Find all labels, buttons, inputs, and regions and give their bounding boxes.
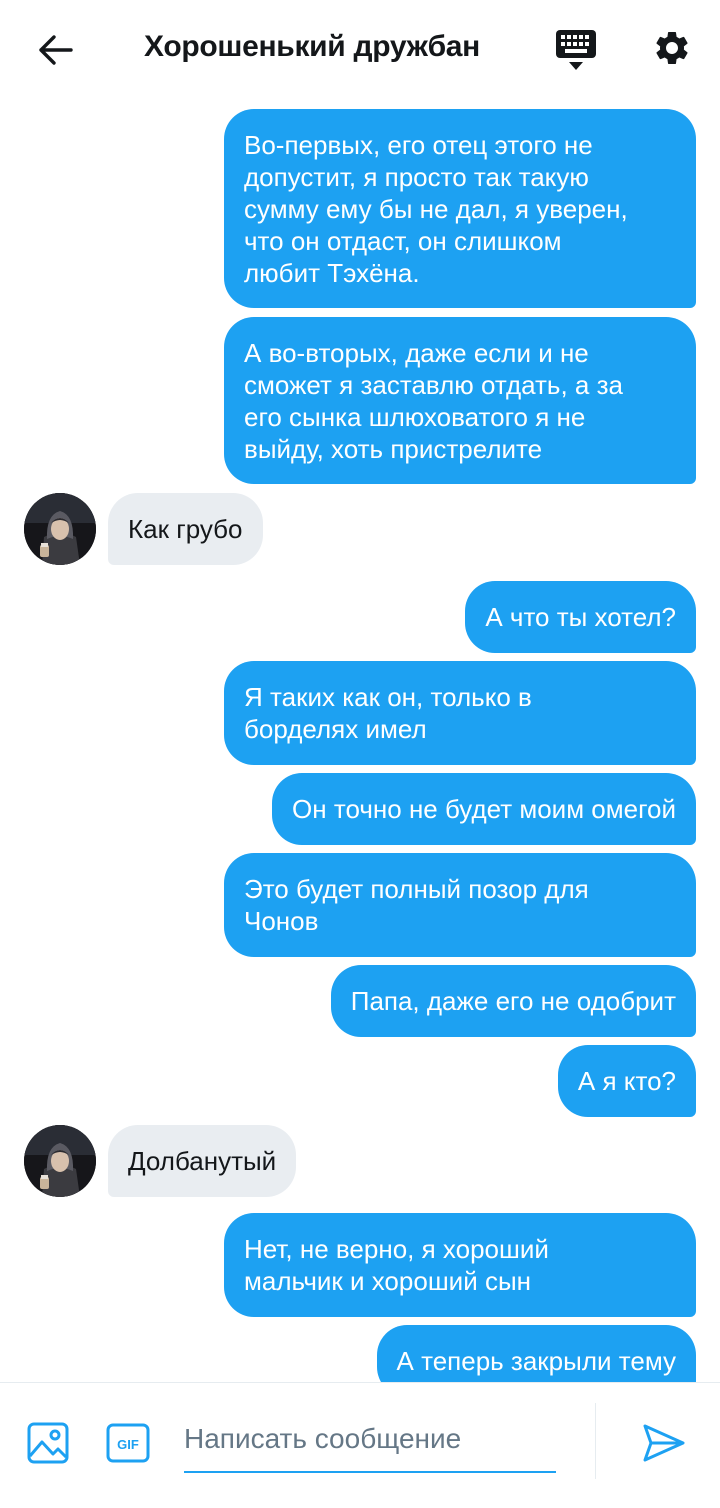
message-bubble-outgoing[interactable]: Нет, не верно, я хороший мальчик и хорош… [224,1213,696,1317]
add-photo-button[interactable] [24,1419,72,1467]
message-bubble-outgoing[interactable]: Он точно не будет моим омегой [272,773,696,845]
message-bubble-incoming[interactable]: Как грубо [108,493,263,565]
message-bubble-outgoing[interactable]: А во-вторых, даже если и не сможет я зас… [224,317,696,484]
message-bubble-incoming[interactable]: Долбанутый [108,1125,297,1197]
message-bubble-outgoing[interactable]: Папа, даже его не одобрит [330,965,696,1037]
settings-button[interactable] [644,20,700,76]
back-button[interactable] [28,24,84,76]
dm-screen: Хорошенький дружбан Во-первых, его отец … [0,0,720,1508]
avatar[interactable] [24,493,96,565]
gif-icon: GIF [106,1423,150,1463]
message-input[interactable] [184,1411,556,1467]
message-list[interactable]: Во-первых, его отец этого не допустит, я… [0,100,720,1382]
message-bubble-outgoing[interactable]: Я таких как он, только в борделях имел [224,661,696,765]
avatar[interactable] [24,1125,96,1197]
composer-divider [595,1403,596,1479]
keyboard-icon [556,30,596,70]
message-bubble-outgoing[interactable]: А я кто? [557,1045,696,1117]
send-button[interactable] [636,1417,692,1469]
message-composer: GIF [0,1382,720,1508]
avatar-image [24,493,96,565]
message-bubble-outgoing[interactable]: Это будет полный позор для Чонов [224,853,696,957]
arrow-left-icon [39,35,73,65]
gif-button[interactable]: GIF [104,1419,152,1467]
gif-label: GIF [117,1437,139,1452]
message-input-wrapper [184,1411,556,1473]
conversation-header: Хорошенький дружбан [0,0,720,100]
message-bubble-outgoing[interactable]: А что ты хотел? [465,581,696,653]
message-bubble-outgoing[interactable]: А теперь закрыли тему [376,1325,696,1382]
conversation-title: Хорошенький дружбан [144,30,481,63]
gear-icon [656,31,688,64]
keyboard-button[interactable] [548,22,604,78]
message-bubble-outgoing[interactable]: Во-первых, его отец этого не допустит, я… [224,109,696,308]
image-icon [27,1422,69,1464]
send-icon [643,1424,685,1462]
avatar-image [24,1125,96,1197]
